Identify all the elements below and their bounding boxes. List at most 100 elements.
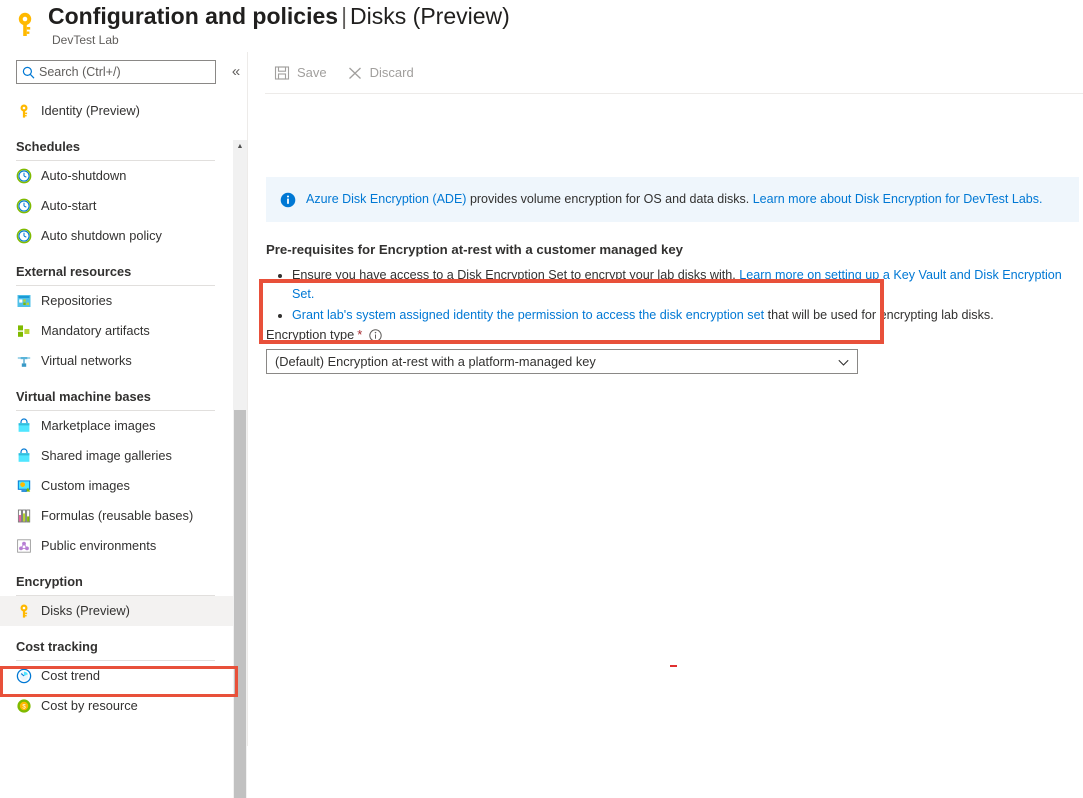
sidebar-item-cost-by-resource[interactable]: $ Cost by resource: [0, 691, 247, 721]
prerequisites-heading: Pre-requisites for Encryption at-rest wi…: [266, 242, 683, 257]
sidebar-item-label: Auto-start: [41, 198, 97, 213]
formulas-icon: [16, 508, 32, 524]
info-circle-icon[interactable]: [369, 328, 382, 342]
sidebar-item-auto-shutdown[interactable]: Auto-shutdown: [0, 161, 247, 191]
page-header: Configuration and policies | Disks (Previe…: [0, 0, 1083, 52]
search-box[interactable]: [16, 60, 216, 84]
scroll-up-arrow-icon[interactable]: ▲: [233, 140, 247, 154]
page-title-separator: |: [341, 3, 348, 29]
search-input[interactable]: [39, 65, 209, 79]
marketplace-icon: [16, 448, 32, 464]
save-button-label: Save: [297, 64, 327, 80]
sidebar-item-marketplace-images[interactable]: Marketplace images: [0, 411, 247, 441]
sidebar-item-label: Shared image galleries: [41, 448, 172, 463]
ade-link[interactable]: Azure Disk Encryption (ADE): [306, 192, 466, 206]
info-banner-body: provides volume encryption for OS and da…: [466, 192, 753, 206]
sidebar-item-label: Public environments: [41, 538, 157, 553]
close-x-icon: [347, 65, 363, 81]
environments-icon: [16, 538, 32, 554]
page-subtitle: DevTest Lab: [52, 33, 119, 47]
sidebar-nav-list: Identity (Preview) Schedules Auto-shutdown…: [0, 96, 247, 746]
sidebar-item-cost-trend[interactable]: Cost trend: [0, 661, 247, 691]
encryption-type-dropdown[interactable]: (Default) Encryption at-rest with a plat…: [266, 349, 858, 374]
sidebar-search-row: «: [0, 60, 247, 94]
clock-icon: [16, 228, 32, 244]
sidebar-item-label: Repositories: [41, 293, 113, 308]
learn-more-ade-link[interactable]: Learn more about Disk Encryption for Dev…: [753, 192, 1043, 206]
prereq-1-text: Ensure you have access to a Disk Encrypt…: [292, 268, 740, 282]
nav-group-schedules: Schedules: [0, 126, 247, 161]
sidebar-item-label: Custom images: [41, 478, 130, 493]
clock-icon: [16, 198, 32, 214]
sidebar-item-identity-preview[interactable]: Identity (Preview): [0, 96, 247, 126]
sidebar-item-label: Disks (Preview): [41, 603, 130, 618]
search-icon: [22, 66, 35, 79]
sidebar-item-shared-image-galleries[interactable]: Shared image galleries: [0, 441, 247, 471]
sidebar-item-disks-preview[interactable]: Disks (Preview): [0, 596, 247, 626]
sidebar-item-label: Mandatory artifacts: [41, 323, 150, 338]
sidebar-item-label: Marketplace images: [41, 418, 156, 433]
sidebar: « Identity (Preview) Schedules Auto-shutdo…: [0, 52, 247, 798]
nav-group-encryption: Encryption: [0, 561, 247, 596]
nav-group-title: Virtual machine bases: [16, 389, 151, 404]
save-button[interactable]: Save: [266, 58, 335, 88]
nav-group-external-resources: External resources: [0, 251, 247, 286]
command-toolbar: Save Discard: [248, 52, 1083, 93]
info-icon: [280, 192, 296, 208]
disks-encryption-panel: Azure Disk Encryption (ADE) provides vol…: [248, 94, 1083, 746]
sidebar-item-virtual-networks[interactable]: Virtual networks: [0, 346, 247, 376]
sidebar-scrollbar[interactable]: ▲: [233, 140, 247, 798]
sidebar-item-label: Virtual networks: [41, 353, 132, 368]
sidebar-item-repositories[interactable]: Repositories: [0, 286, 247, 316]
encryption-type-field: Encryption type * (Default) Encryption a…: [266, 326, 866, 374]
chevron-down-icon[interactable]: [837, 356, 850, 369]
nav-group-virtual-machine-bases: Virtual machine bases: [0, 376, 247, 411]
sidebar-item-label: Cost by resource: [41, 698, 138, 713]
clock-icon: [16, 168, 32, 184]
sidebar-item-label: Auto shutdown policy: [41, 228, 162, 243]
list-item: Ensure you have access to a Disk Encrypt…: [292, 266, 1076, 304]
nav-group-cost-tracking: Cost tracking: [0, 626, 247, 661]
sidebar-item-label: Auto-shutdown: [41, 168, 127, 183]
save-icon: [274, 65, 290, 81]
list-item: Grant lab's system assigned identity the…: [292, 306, 1076, 325]
encryption-type-label-row: Encryption type *: [266, 326, 866, 344]
sidebar-item-mandatory-artifacts[interactable]: Mandatory artifacts: [0, 316, 247, 346]
key-icon: [16, 603, 32, 619]
key-icon: [14, 10, 36, 40]
required-marker: *: [357, 327, 363, 342]
sidebar-item-auto-shutdown-policy[interactable]: Auto shutdown policy: [0, 221, 247, 251]
repository-icon: [16, 293, 32, 309]
network-icon: [16, 353, 32, 369]
discard-button-label: Discard: [369, 64, 414, 80]
sidebar-item-auto-start[interactable]: Auto-start: [0, 191, 247, 221]
encryption-type-label: Encryption type: [266, 327, 355, 342]
key-icon: [16, 103, 32, 119]
nav-group-title: External resources: [16, 264, 132, 279]
encryption-type-selected-value: (Default) Encryption at-rest with a plat…: [275, 353, 596, 369]
page-title-main: Configuration and policies: [48, 3, 339, 29]
sidebar-item-label: Identity (Preview): [41, 103, 140, 118]
prereq-2-text: that will be used for encrypting lab dis…: [764, 308, 994, 322]
cost-resource-icon: $: [16, 698, 32, 714]
nav-group-title: Cost tracking: [16, 639, 98, 654]
sidebar-item-label: Formulas (reusable bases): [41, 508, 194, 523]
grant-identity-link[interactable]: Grant lab's system assigned identity the…: [292, 308, 764, 322]
collapse-sidebar-button[interactable]: «: [226, 62, 246, 82]
nav-group-title: Encryption: [16, 574, 83, 589]
content-area: Save Discard Azure Disk Encryption (ADE)…: [248, 52, 1083, 746]
nav-group-title: Schedules: [16, 139, 81, 154]
info-banner-text: Azure Disk Encryption (ADE) provides vol…: [306, 191, 1042, 208]
sidebar-item-label: Cost trend: [41, 668, 101, 683]
stray-mark: [670, 665, 677, 667]
sidebar-item-custom-images[interactable]: Custom images: [0, 471, 247, 501]
page-title-sub: Disks (Preview): [350, 3, 510, 29]
scrollbar-thumb[interactable]: [234, 410, 246, 798]
sidebar-item-public-environments[interactable]: Public environments: [0, 531, 247, 561]
sidebar-item-formulas-reusable-bases[interactable]: Formulas (reusable bases): [0, 501, 247, 531]
prerequisites-list: Ensure you have access to a Disk Encrypt…: [266, 266, 1076, 327]
info-banner: Azure Disk Encryption (ADE) provides vol…: [266, 177, 1079, 222]
marketplace-icon: [16, 418, 32, 434]
discard-button[interactable]: Discard: [339, 58, 422, 88]
artifacts-icon: [16, 323, 32, 339]
